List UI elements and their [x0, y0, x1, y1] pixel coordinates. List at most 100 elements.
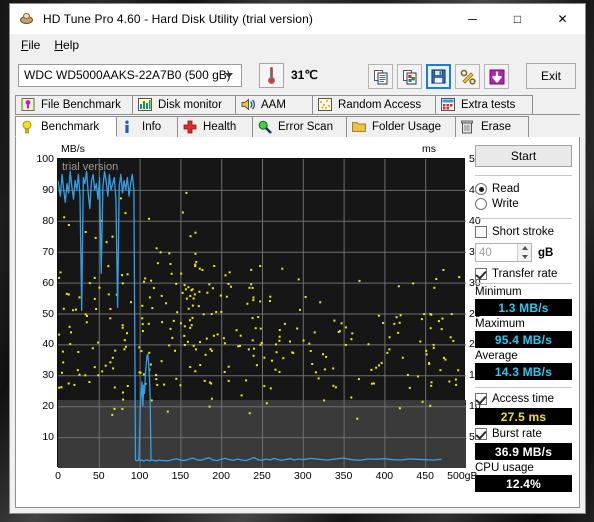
stepper-up-icon	[521, 246, 528, 251]
tab-benchmark[interactable]: Benchmark	[15, 116, 117, 137]
tab-health[interactable]: Health	[177, 116, 253, 137]
drive-select[interactable]: WDC WD5000AAKS-22A7B0 (500 gB)	[18, 63, 242, 87]
tab-label: Benchmark	[41, 120, 100, 133]
plot-area: trial version 10203040506070809010051015…	[36, 153, 480, 482]
speaker-icon	[241, 98, 256, 112]
minimize-button[interactable]: ─	[450, 4, 495, 34]
maximize-button[interactable]: □	[495, 4, 540, 34]
burst-rate-label: Burst rate	[492, 428, 542, 440]
benchmark-options: Start Read Write Short stroke 40 gB Tran…	[469, 137, 579, 507]
tab-disk-monitor[interactable]: Disk monitor	[132, 95, 236, 114]
y-axis-label-right: ms	[422, 143, 436, 155]
y-axis-tick-left: 80	[42, 214, 54, 227]
close-button[interactable]: ✕	[540, 4, 585, 34]
harddisk-icon	[19, 11, 35, 27]
y-axis-tick-left: 10	[42, 431, 54, 444]
toolbar: WDC WD5000AAKS-22A7B0 (500 gB) 31℃ Exit	[10, 55, 585, 95]
x-axis-tick: 150	[171, 470, 190, 482]
divider	[475, 283, 572, 284]
x-axis-tick: 350	[334, 470, 353, 482]
error-scan-icon	[258, 120, 273, 134]
save-icon[interactable]	[426, 64, 451, 89]
cpu-usage-value: 12.4%	[475, 475, 572, 492]
radio-write[interactable]: Write	[475, 198, 572, 210]
tab-row-2: Benchmark Info Health Error Scan Folder …	[15, 115, 580, 137]
radio-read-label: Read	[492, 183, 520, 195]
stepper-down-icon	[521, 254, 528, 259]
download-icon[interactable]	[484, 64, 509, 89]
health-icon	[183, 120, 198, 134]
divider	[475, 175, 572, 176]
tab-erase[interactable]: Erase	[455, 116, 529, 137]
tab-label: Extra tests	[461, 99, 516, 111]
access-time-value: 27.5 ms	[475, 408, 572, 425]
access-time-checkbox	[475, 393, 487, 405]
chart-svg	[58, 159, 466, 468]
x-axis-tick: 100	[130, 470, 149, 482]
divider	[475, 387, 572, 388]
tab-label: File Benchmark	[41, 99, 121, 111]
checkbox-transfer-rate[interactable]: Transfer rate	[475, 268, 572, 280]
checkbox-burst-rate[interactable]: Burst rate	[475, 428, 572, 440]
tab-bar: File Benchmark Disk monitor AAM Random A…	[10, 95, 585, 137]
y-axis-tick-left: 60	[42, 276, 54, 289]
tab-label: Erase	[481, 121, 512, 133]
short-stroke-stepper[interactable]: 40	[475, 243, 532, 262]
radio-read[interactable]: Read	[475, 183, 572, 195]
average-label: Average	[475, 350, 518, 362]
tab-label: Error Scan	[278, 121, 333, 133]
tab-file-benchmark[interactable]: File Benchmark	[15, 95, 133, 114]
stepper-arrows[interactable]	[517, 244, 531, 261]
y-axis-tick-left: 30	[42, 369, 54, 382]
minimum-label: Minimum	[475, 286, 522, 298]
y-axis-label-left: MB/s	[61, 143, 85, 155]
menu-help[interactable]: Help	[50, 36, 89, 54]
tab-aam[interactable]: AAM	[235, 95, 313, 114]
x-axis-tick: 250	[253, 470, 271, 482]
benchmark-chart: MB/s ms trial version 10 20 30 40 50 60 70 80 90…	[16, 137, 480, 507]
folder-icon	[352, 120, 367, 134]
toolbar-buttons	[368, 64, 509, 89]
burst-rate-checkbox	[475, 428, 487, 440]
tab-random-access[interactable]: Random Access	[312, 95, 436, 114]
window-controls: ─ □ ✕	[450, 4, 585, 34]
hdtune-window: HD Tune Pro 4.60 - Hard Disk Utility (tr…	[9, 3, 586, 514]
y-axis-tick-left: 50	[42, 307, 54, 320]
thermometer-icon	[268, 66, 275, 84]
tab-error-scan[interactable]: Error Scan	[252, 116, 347, 137]
burst-rate-value: 36.9 MB/s	[475, 443, 572, 460]
tab-label: Folder Usage	[372, 121, 442, 133]
x-axis-tick: 300	[294, 470, 312, 482]
trash-icon	[461, 120, 476, 134]
short-stroke-size-row: 40 gB	[475, 243, 572, 262]
short-stroke-label: Short stroke	[492, 226, 554, 238]
x-axis-tick: 450	[416, 470, 434, 482]
extra-tests-icon	[441, 98, 456, 112]
tab-label: Info	[142, 121, 162, 133]
copy-image-icon[interactable]	[397, 64, 422, 89]
tab-extra-tests[interactable]: Extra tests	[435, 95, 533, 114]
tab-folder-usage[interactable]: Folder Usage	[346, 116, 456, 137]
menu-bar: File Help	[10, 34, 585, 55]
average-value: 14.3 MB/s	[475, 363, 572, 380]
checkbox-short-stroke[interactable]: Short stroke	[475, 226, 572, 238]
start-button[interactable]: Start	[475, 145, 572, 167]
checkbox-access-time[interactable]: Access time	[475, 393, 572, 405]
radio-write-indicator	[475, 198, 487, 210]
short-stroke-value: 40	[479, 246, 492, 259]
tools-icon[interactable]	[455, 64, 480, 89]
y-axis-tick-left: 70	[42, 245, 54, 258]
copy-icon[interactable]	[368, 64, 393, 89]
disk-monitor-icon	[138, 98, 153, 112]
access-time-label: Access time	[492, 393, 554, 405]
exit-button[interactable]: Exit	[526, 63, 576, 89]
window-title: HD Tune Pro 4.60 - Hard Disk Utility (tr…	[43, 12, 313, 26]
tab-info[interactable]: Info	[116, 116, 178, 137]
y-axis-tick-left: 40	[42, 338, 54, 351]
short-stroke-checkbox	[475, 226, 487, 238]
temperature-icon-box	[259, 62, 284, 88]
menu-file[interactable]: File	[17, 36, 50, 54]
short-stroke-unit: gB	[538, 246, 554, 259]
x-axis-tick: 50	[92, 470, 105, 482]
x-axis-tick: 0	[55, 470, 61, 482]
